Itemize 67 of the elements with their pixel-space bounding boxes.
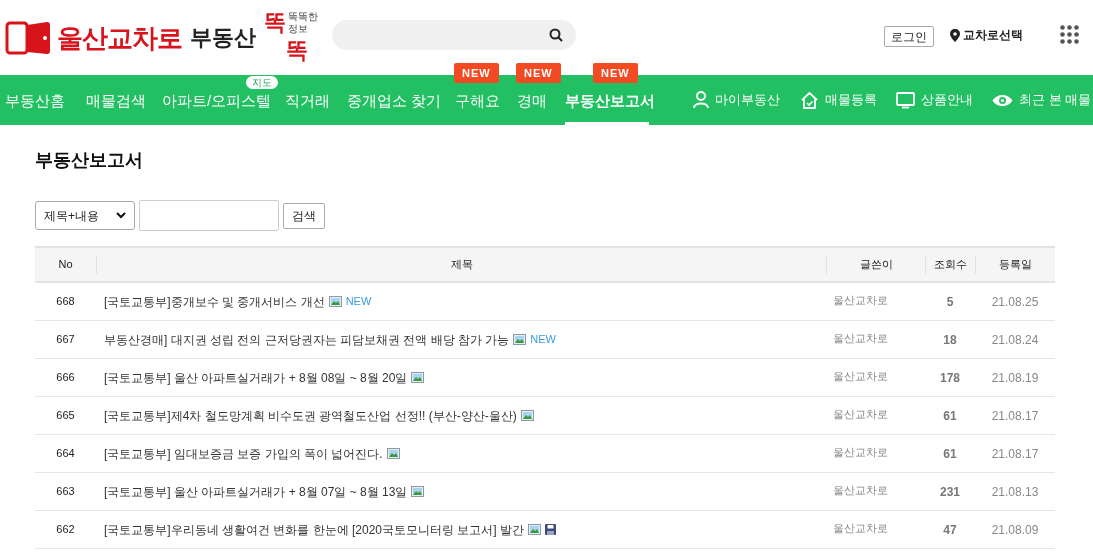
row-number: 664 [56,446,75,462]
scope-dropdown[interactable]: 제목+내용 [35,201,135,230]
post-title-link[interactable]: [국토교통부] 울산 아파트실거래가 + 8월 07일 ~ 8월 13일 [104,482,408,501]
post-date: 21.08.17 [991,407,1039,425]
page-title: 부동산보고서 [35,151,144,172]
search-icon[interactable] [549,28,563,42]
search-input[interactable] [139,200,279,231]
search-button[interactable]: 검색 [283,202,325,229]
post-date: 21.08.13 [991,483,1039,501]
new-badge: NEW [516,63,561,83]
view-count: 18 [943,331,957,349]
author-text: 울산교차로 [833,521,888,537]
row-number: 668 [56,294,75,310]
view-count: 231 [940,483,960,501]
row-number: 663 [56,484,75,500]
caret-icon [116,212,126,219]
person-icon [693,91,709,109]
view-count: 178 [940,369,960,387]
row-number: 666 [56,370,75,386]
row-number: 665 [56,408,75,424]
new-label: NEW [530,332,556,348]
author-text: 울산교차로 [833,369,888,385]
search-field[interactable] [332,20,576,50]
post-title-link[interactable]: [국토교통부]중개보수 및 중개서비스 개선 [104,292,325,311]
logo-mark: 똑 [286,39,308,62]
view-count: 61 [943,445,957,463]
location-pin-icon [950,28,960,42]
column-header: 등록일 [999,257,1032,273]
author-text: 울산교차로 [833,445,888,461]
logo-mark: 똑 [264,11,286,34]
post-title-link[interactable]: 부동산경매] 대지권 성립 전의 근저당권자는 피담보채권 전액 배당 참가 가능 [104,330,510,349]
row-number: 662 [56,522,75,538]
logo-text: 부동산 [190,26,256,49]
logo-tagline: 똑똑한 정보 [288,10,319,35]
menu-grid-icon[interactable] [1060,25,1079,44]
view-count: 47 [943,521,957,539]
post-date: 21.08.19 [991,369,1039,387]
post-date: 21.08.25 [991,293,1039,311]
post-title-link[interactable]: [국토교통부]제4차 철도망계획 비수도권 광역철도산업 선정!! (부산-양산-울산) [104,406,517,425]
logo-text[interactable]: 울산교차로 [57,24,182,51]
house-icon [800,90,819,110]
monitor-icon [896,91,915,109]
column-header: 제목 [450,257,473,273]
new-label: NEW [345,294,372,310]
login-button[interactable]: 로그인 [884,26,934,47]
column-header: 글쓴이 [859,257,893,273]
new-badge: NEW [454,63,499,83]
location-select-button[interactable]: 교차로선택 [950,26,1023,44]
eye-icon [992,93,1013,107]
author-text: 울산교차로 [833,483,888,499]
row-number: 667 [56,332,75,348]
post-date: 21.08.09 [991,521,1039,539]
new-badge: NEW [593,63,638,83]
author-text: 울산교차로 [833,293,888,309]
post-title-link[interactable]: [국토교통부] 임대보증금 보증 가입의 폭이 넓어진다. [104,444,383,463]
post-date: 21.08.24 [991,331,1039,349]
post-date: 21.08.17 [991,445,1039,463]
author-text: 울산교차로 [833,407,888,423]
column-header: No [58,257,73,273]
door-logo-icon[interactable] [5,20,51,55]
view-count: 5 [946,293,954,311]
map-badge: 지도 [246,76,278,89]
author-text: 울산교차로 [833,331,888,347]
column-header: 조회수 [934,257,967,273]
post-title-link[interactable]: [국토교통부]우리동네 생활여건 변화를 한눈에 [2020국토모니터링 보고서] 발간 [104,520,525,539]
post-title-link[interactable]: [국토교통부] 울산 아파트실거래가 + 8월 08일 ~ 8월 20일 [104,368,408,387]
view-count: 61 [943,407,957,425]
